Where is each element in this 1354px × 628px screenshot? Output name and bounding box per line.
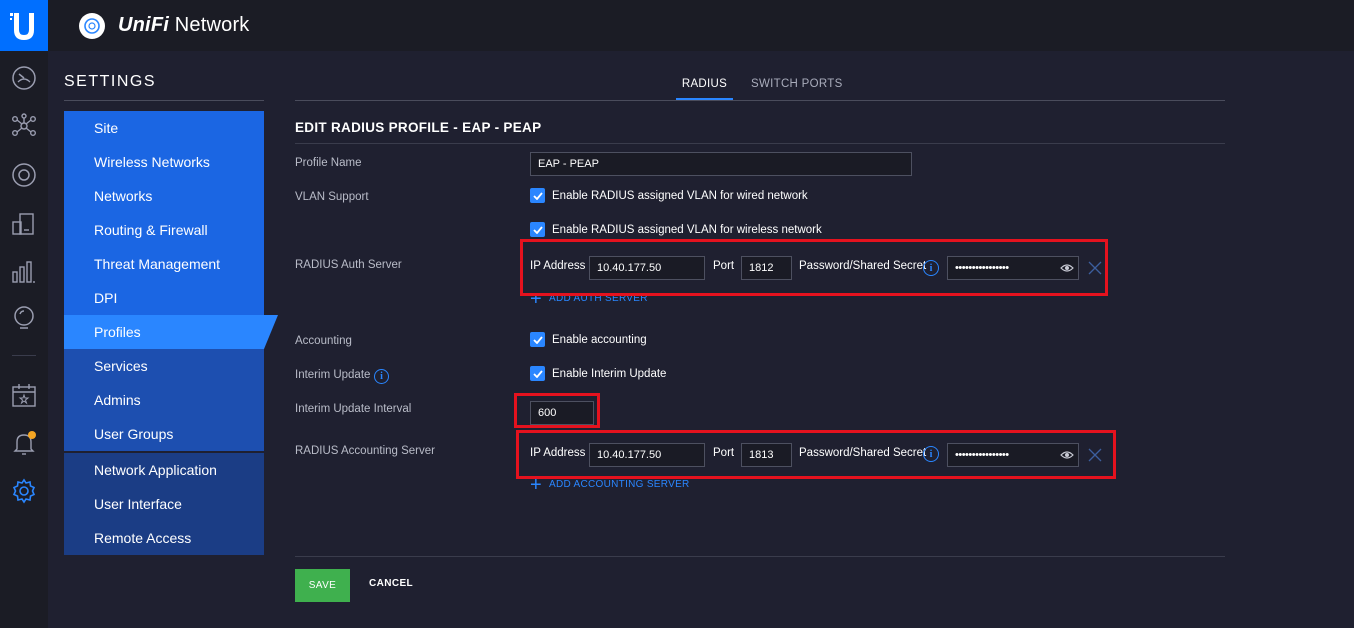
settings-nav: Site Wireless Networks Networks Routing … (64, 111, 278, 555)
statistics-icon[interactable] (10, 257, 38, 285)
topology-icon[interactable] (10, 112, 38, 140)
plus-icon: + (530, 473, 542, 496)
nav-item-network-application[interactable]: Network Application (64, 453, 264, 487)
nav-item-routing-firewall[interactable]: Routing & Firewall (64, 213, 264, 247)
events-icon[interactable] (10, 381, 38, 409)
interim-checkbox-row[interactable]: Enable Interim Update (530, 366, 666, 381)
accounting-check-label: Enable accounting (552, 333, 647, 346)
check-icon[interactable] (530, 366, 545, 381)
insights-icon[interactable] (10, 304, 38, 332)
brand-unifi: UniFi (118, 14, 169, 36)
vlan-wired-checkbox-row[interactable]: Enable RADIUS assigned VLAN for wired ne… (530, 188, 808, 203)
vlan-wireless-checkbox-row[interactable]: Enable RADIUS assigned VLAN for wireless… (530, 222, 822, 237)
dashboard-icon[interactable] (10, 64, 38, 92)
nav-item-user-interface[interactable]: User Interface (64, 487, 264, 521)
check-icon[interactable] (530, 332, 545, 347)
interim-check-label: Enable Interim Update (552, 367, 667, 380)
brand-network: Network (169, 14, 250, 36)
title-divider (295, 143, 1225, 144)
accounting-label: Accounting (295, 335, 352, 347)
unifi-logo-icon (79, 12, 105, 39)
vlan-wireless-label: Enable RADIUS assigned VLAN for wireless… (552, 223, 822, 236)
vlan-support-label: VLAN Support (295, 191, 369, 203)
page-title: EDIT RADIUS PROFILE - EAP - PEAP (295, 120, 542, 135)
devices-icon[interactable] (10, 161, 38, 189)
auth-server-label: RADIUS Auth Server (295, 259, 402, 271)
highlight-interim-interval (514, 393, 600, 428)
save-button[interactable]: SAVE (295, 569, 350, 602)
nav-item-dpi[interactable]: DPI (64, 281, 264, 315)
nav-item-wireless-networks[interactable]: Wireless Networks (64, 145, 264, 179)
interim-update-label: Interim Update (295, 369, 371, 381)
tab-switch-ports[interactable]: SWITCH PORTS (751, 75, 843, 100)
rail-divider (12, 355, 36, 356)
app-title: UniFi Network (118, 14, 250, 37)
highlight-auth-server (520, 239, 1108, 296)
tab-radius[interactable]: RADIUS (676, 75, 733, 100)
top-bar: UniFi Network (48, 0, 1354, 51)
nav-item-remote-access[interactable]: Remote Access (64, 521, 264, 555)
add-accounting-server-label: ADD ACCOUNTING SERVER (548, 479, 690, 490)
acct-server-label: RADIUS Accounting Server (295, 445, 435, 457)
settings-icon[interactable] (10, 477, 38, 505)
alerts-icon[interactable] (10, 429, 38, 457)
cancel-button[interactable]: CANCEL (369, 578, 413, 589)
settings-title: SETTINGS (64, 73, 157, 90)
accounting-checkbox-row[interactable]: Enable accounting (530, 332, 647, 347)
profile-name-input[interactable]: EAP - PEAP (530, 152, 912, 176)
vlan-wired-label: Enable RADIUS assigned VLAN for wired ne… (552, 189, 808, 202)
info-icon[interactable]: i (374, 369, 389, 384)
nav-item-networks[interactable]: Networks (64, 179, 264, 213)
profile-name-label: Profile Name (295, 157, 362, 169)
check-icon[interactable] (530, 222, 545, 237)
nav-item-site[interactable]: Site (64, 111, 264, 145)
nav-item-threat-management[interactable]: Threat Management (64, 247, 264, 281)
ubiquiti-logo[interactable] (0, 0, 48, 51)
tab-bar: RADIUS SWITCH PORTS (295, 75, 1225, 101)
nav-item-user-groups[interactable]: User Groups (64, 417, 264, 451)
add-accounting-server-link[interactable]: + ADD ACCOUNTING SERVER (530, 473, 690, 496)
nav-item-profiles[interactable]: Profiles (64, 315, 278, 349)
footer-divider (295, 556, 1225, 557)
settings-divider (64, 100, 264, 101)
icon-rail (0, 0, 48, 628)
nav-item-admins[interactable]: Admins (64, 383, 264, 417)
highlight-accounting-server (516, 430, 1116, 479)
clients-icon[interactable] (10, 210, 38, 238)
interim-interval-label: Interim Update Interval (295, 403, 412, 415)
check-icon[interactable] (530, 188, 545, 203)
nav-item-services[interactable]: Services (64, 349, 264, 383)
ubiquiti-logo-icon (10, 12, 34, 40)
